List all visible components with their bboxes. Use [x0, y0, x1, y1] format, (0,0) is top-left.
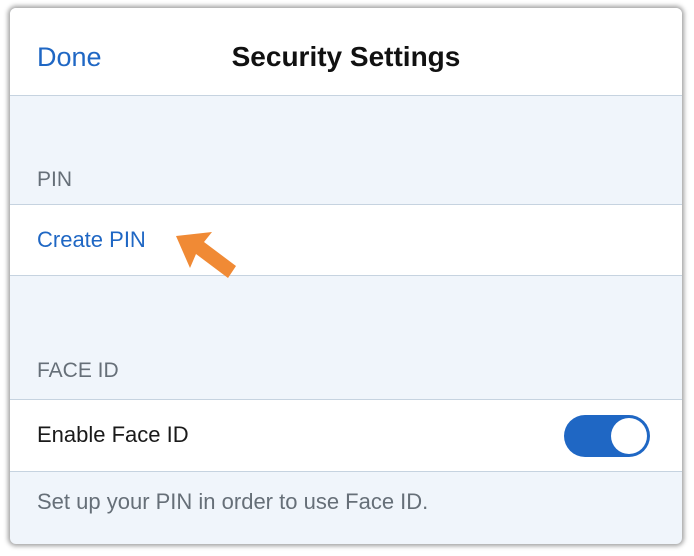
pin-section-header: PIN — [37, 168, 73, 191]
page-title: Security Settings — [231, 41, 461, 72]
face-id-section-header: FACE ID — [37, 359, 119, 382]
navigation-bar: Done Security Settings — [10, 8, 682, 96]
create-pin-row[interactable]: Create PIN — [10, 204, 682, 276]
create-pin-link[interactable]: Create PIN — [37, 227, 146, 253]
enable-face-id-label: Enable Face ID — [37, 422, 189, 447]
settings-screen: Done Security Settings PIN Create PIN FA… — [10, 8, 682, 544]
pointer-arrow-icon — [176, 232, 236, 278]
face-id-toggle[interactable] — [564, 415, 650, 457]
toggle-knob — [611, 418, 647, 454]
enable-face-id-row: Enable Face ID — [10, 399, 682, 472]
face-id-footer-note: Set up your PIN in order to use Face ID. — [37, 489, 429, 514]
